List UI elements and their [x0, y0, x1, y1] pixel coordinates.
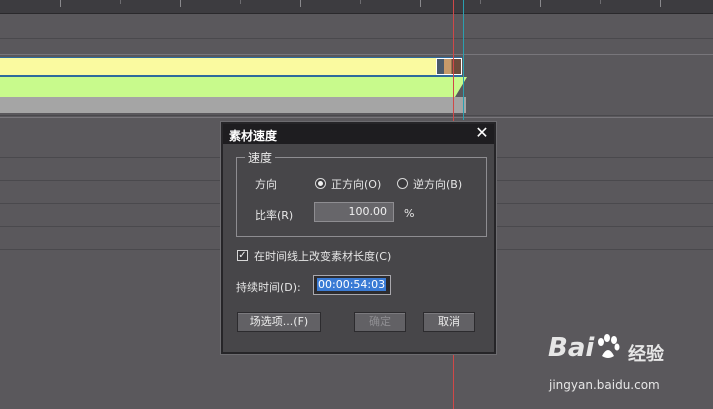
- ruler-tick: [300, 0, 301, 7]
- ruler-tick: [540, 0, 541, 7]
- forward-radio[interactable]: [315, 178, 326, 189]
- ratio-unit: %: [404, 207, 415, 220]
- track-divider: [0, 54, 713, 55]
- audio-waveform-track[interactable]: [0, 97, 466, 113]
- track-divider: [0, 117, 713, 118]
- dialog-titlebar[interactable]: 素材速度 ✕: [223, 124, 494, 144]
- field-options-button[interactable]: 场选项...(F): [237, 312, 321, 332]
- ruler-tick: [660, 0, 661, 7]
- ruler-tick: [60, 0, 61, 7]
- ratio-label: 比率(R): [255, 209, 294, 222]
- track-divider: [0, 38, 713, 39]
- ruler-tick: [480, 0, 481, 4]
- audio-clip-fade: [455, 77, 467, 97]
- baidu-url-text: jingyan.baidu.com: [549, 378, 660, 392]
- track-divider: [0, 115, 713, 116]
- video-clip[interactable]: [0, 57, 462, 77]
- duration-label: 持续时间(D):: [236, 281, 301, 294]
- ruler-tick: [420, 0, 421, 7]
- dialog-title: 素材速度: [229, 129, 278, 143]
- close-icon[interactable]: ✕: [474, 125, 490, 141]
- clip-speed-dialog: 素材速度 ✕ 速度 方向 正方向(O) 逆方向(B) 比率(R) 100.00 …: [221, 122, 496, 354]
- ruler-tick: [180, 0, 181, 7]
- change-length-label[interactable]: 在时间线上改变素材长度(C): [254, 248, 391, 264]
- edit-cursor-line: [463, 0, 464, 120]
- ruler-tick: [600, 0, 601, 4]
- ok-button[interactable]: 确定: [354, 312, 406, 332]
- direction-label: 方向: [255, 178, 277, 191]
- cancel-button[interactable]: 取消: [423, 312, 475, 332]
- speed-group: 速度 方向 正方向(O) 逆方向(B) 比率(R) 100.00 %: [236, 149, 487, 237]
- ruler-tick: [360, 0, 361, 4]
- ratio-input[interactable]: 100.00: [314, 202, 394, 222]
- baidu-paw-icon: [598, 334, 620, 358]
- duration-input[interactable]: 00:00:54:03: [313, 275, 391, 295]
- baidu-jingyan-text: 经验: [628, 344, 664, 365]
- ruler-tick: [120, 0, 121, 4]
- baidu-logo-text: Bai: [548, 333, 595, 363]
- forward-radio-label[interactable]: 正方向(O): [331, 176, 381, 192]
- reverse-radio-label[interactable]: 逆方向(B): [413, 176, 462, 192]
- duration-value: 00:00:54:03: [317, 278, 387, 291]
- clip-thumbnail-icon: [436, 58, 462, 75]
- reverse-radio[interactable]: [397, 178, 408, 189]
- ruler-tick: [240, 0, 241, 4]
- change-length-checkbox[interactable]: ✓: [237, 250, 248, 261]
- timeline-ruler[interactable]: [0, 0, 713, 14]
- speed-group-label: 速度: [245, 149, 276, 166]
- audio-clip[interactable]: [0, 77, 455, 97]
